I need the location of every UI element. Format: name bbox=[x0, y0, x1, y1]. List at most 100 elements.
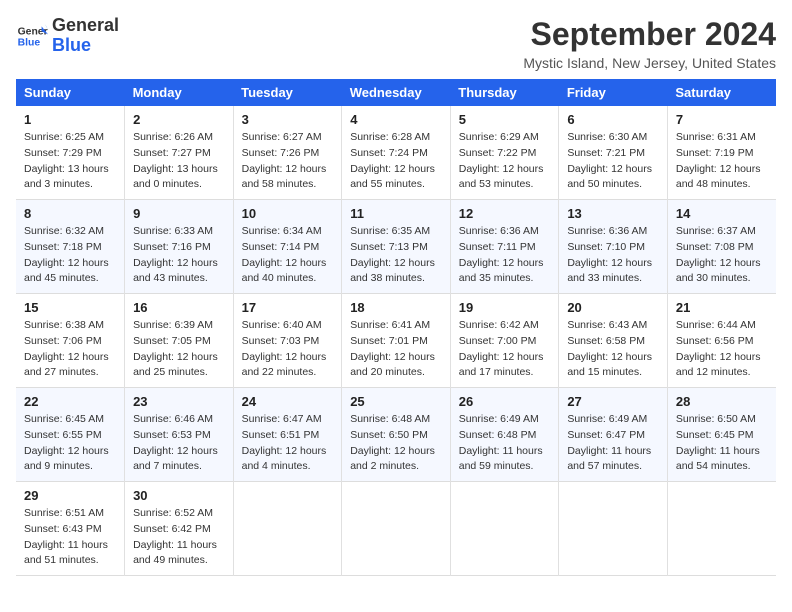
svg-text:Blue: Blue bbox=[18, 37, 41, 48]
calendar-cell: 26Sunrise: 6:49 AMSunset: 6:48 PMDayligh… bbox=[450, 388, 559, 482]
day-info: Sunrise: 6:31 AMSunset: 7:19 PMDaylight:… bbox=[676, 130, 768, 193]
day-info: Sunrise: 6:37 AMSunset: 7:08 PMDaylight:… bbox=[676, 224, 768, 287]
calendar-cell: 8Sunrise: 6:32 AMSunset: 7:18 PMDaylight… bbox=[16, 200, 125, 294]
day-info: Sunrise: 6:28 AMSunset: 7:24 PMDaylight:… bbox=[350, 130, 442, 193]
calendar-cell bbox=[233, 482, 342, 576]
month-title: September 2024 bbox=[523, 16, 776, 53]
day-info: Sunrise: 6:29 AMSunset: 7:22 PMDaylight:… bbox=[459, 130, 551, 193]
col-header-sunday: Sunday bbox=[16, 79, 125, 106]
col-header-friday: Friday bbox=[559, 79, 668, 106]
day-number: 18 bbox=[350, 300, 442, 315]
calendar-cell: 4 Sunrise: 6:28 AMSunset: 7:24 PMDaylight… bbox=[342, 106, 451, 200]
day-number: 24 bbox=[242, 394, 334, 409]
day-number: 9 bbox=[133, 206, 225, 221]
calendar-cell bbox=[667, 482, 776, 576]
day-info: Sunrise: 6:48 AMSunset: 6:50 PMDaylight:… bbox=[350, 412, 442, 475]
calendar-cell: 24 Sunrise: 6:47 AMSunset: 6:51 PMDayligh… bbox=[233, 388, 342, 482]
day-info: Sunrise: 6:51 AMSunset: 6:43 PMDaylight:… bbox=[24, 506, 116, 569]
calendar-cell: 13Sunrise: 6:36 AMSunset: 7:10 PMDayligh… bbox=[559, 200, 668, 294]
logo-general: General bbox=[52, 15, 119, 35]
week-row-5: 29 Sunrise: 6:51 AMSunset: 6:43 PMDayligh… bbox=[16, 482, 776, 576]
week-row-1: 1 Sunrise: 6:25 AMSunset: 7:29 PMDaylight… bbox=[16, 106, 776, 200]
col-header-monday: Monday bbox=[125, 79, 234, 106]
day-number: 4 bbox=[350, 112, 442, 127]
day-number: 2 bbox=[133, 112, 225, 127]
calendar-cell: 14 Sunrise: 6:37 AMSunset: 7:08 PMDayligh… bbox=[667, 200, 776, 294]
day-info: Sunrise: 6:36 AMSunset: 7:11 PMDaylight:… bbox=[459, 224, 551, 287]
col-header-thursday: Thursday bbox=[450, 79, 559, 106]
calendar-cell: 10 Sunrise: 6:34 AMSunset: 7:14 PMDayligh… bbox=[233, 200, 342, 294]
day-number: 19 bbox=[459, 300, 551, 315]
calendar-cell bbox=[559, 482, 668, 576]
day-info: Sunrise: 6:47 AMSunset: 6:51 PMDaylight:… bbox=[242, 412, 334, 475]
day-info: Sunrise: 6:35 AMSunset: 7:13 PMDaylight:… bbox=[350, 224, 442, 287]
day-number: 26 bbox=[459, 394, 551, 409]
day-number: 12 bbox=[459, 206, 551, 221]
calendar-cell: 2 Sunrise: 6:26 AMSunset: 7:27 PMDaylight… bbox=[125, 106, 234, 200]
calendar-cell: 25 Sunrise: 6:48 AMSunset: 6:50 PMDayligh… bbox=[342, 388, 451, 482]
calendar-cell bbox=[342, 482, 451, 576]
col-header-wednesday: Wednesday bbox=[342, 79, 451, 106]
day-number: 28 bbox=[676, 394, 768, 409]
day-number: 10 bbox=[242, 206, 334, 221]
title-area: September 2024 Mystic Island, New Jersey… bbox=[523, 16, 776, 71]
day-info: Sunrise: 6:50 AMSunset: 6:45 PMDaylight:… bbox=[676, 412, 768, 475]
calendar-cell: 19 Sunrise: 6:42 AMSunset: 7:00 PMDayligh… bbox=[450, 294, 559, 388]
day-info: Sunrise: 6:45 AMSunset: 6:55 PMDaylight:… bbox=[24, 412, 116, 475]
day-info: Sunrise: 6:33 AMSunset: 7:16 PMDaylight:… bbox=[133, 224, 225, 287]
logo: General Blue General Blue bbox=[16, 16, 119, 56]
calendar-cell bbox=[450, 482, 559, 576]
day-number: 25 bbox=[350, 394, 442, 409]
calendar-cell: 29 Sunrise: 6:51 AMSunset: 6:43 PMDayligh… bbox=[16, 482, 125, 576]
day-info: Sunrise: 6:30 AMSunset: 7:21 PMDaylight:… bbox=[567, 130, 659, 193]
calendar-cell: 18 Sunrise: 6:41 AMSunset: 7:01 PMDayligh… bbox=[342, 294, 451, 388]
day-number: 16 bbox=[133, 300, 225, 315]
col-header-saturday: Saturday bbox=[667, 79, 776, 106]
calendar-cell: 3 Sunrise: 6:27 AMSunset: 7:26 PMDaylight… bbox=[233, 106, 342, 200]
logo-blue: Blue bbox=[52, 35, 91, 55]
day-info: Sunrise: 6:44 AMSunset: 6:56 PMDaylight:… bbox=[676, 318, 768, 381]
day-info: Sunrise: 6:52 AMSunset: 6:42 PMDaylight:… bbox=[133, 506, 225, 569]
calendar-cell: 12 Sunrise: 6:36 AMSunset: 7:11 PMDayligh… bbox=[450, 200, 559, 294]
calendar-cell: 30Sunrise: 6:52 AMSunset: 6:42 PMDayligh… bbox=[125, 482, 234, 576]
day-number: 1 bbox=[24, 112, 116, 127]
day-info: Sunrise: 6:38 AMSunset: 7:06 PMDaylight:… bbox=[24, 318, 116, 381]
day-number: 5 bbox=[459, 112, 551, 127]
week-row-2: 8Sunrise: 6:32 AMSunset: 7:18 PMDaylight… bbox=[16, 200, 776, 294]
calendar-cell: 22 Sunrise: 6:45 AMSunset: 6:55 PMDayligh… bbox=[16, 388, 125, 482]
week-row-4: 22 Sunrise: 6:45 AMSunset: 6:55 PMDayligh… bbox=[16, 388, 776, 482]
calendar-cell: 20Sunrise: 6:43 AMSunset: 6:58 PMDayligh… bbox=[559, 294, 668, 388]
col-header-tuesday: Tuesday bbox=[233, 79, 342, 106]
day-info: Sunrise: 6:27 AMSunset: 7:26 PMDaylight:… bbox=[242, 130, 334, 193]
day-number: 3 bbox=[242, 112, 334, 127]
day-info: Sunrise: 6:25 AMSunset: 7:29 PMDaylight:… bbox=[24, 130, 116, 193]
day-info: Sunrise: 6:40 AMSunset: 7:03 PMDaylight:… bbox=[242, 318, 334, 381]
day-number: 29 bbox=[24, 488, 116, 503]
calendar-cell: 28 Sunrise: 6:50 AMSunset: 6:45 PMDayligh… bbox=[667, 388, 776, 482]
calendar-table: SundayMondayTuesdayWednesdayThursdayFrid… bbox=[16, 79, 776, 576]
calendar-cell: 9 Sunrise: 6:33 AMSunset: 7:16 PMDaylight… bbox=[125, 200, 234, 294]
day-number: 14 bbox=[676, 206, 768, 221]
day-number: 7 bbox=[676, 112, 768, 127]
day-info: Sunrise: 6:41 AMSunset: 7:01 PMDaylight:… bbox=[350, 318, 442, 381]
day-number: 21 bbox=[676, 300, 768, 315]
calendar-cell: 23Sunrise: 6:46 AMSunset: 6:53 PMDayligh… bbox=[125, 388, 234, 482]
week-row-3: 15 Sunrise: 6:38 AMSunset: 7:06 PMDayligh… bbox=[16, 294, 776, 388]
calendar-cell: 27 Sunrise: 6:49 AMSunset: 6:47 PMDayligh… bbox=[559, 388, 668, 482]
calendar-cell: 17 Sunrise: 6:40 AMSunset: 7:03 PMDayligh… bbox=[233, 294, 342, 388]
logo-icon: General Blue bbox=[16, 20, 48, 52]
calendar-cell: 15 Sunrise: 6:38 AMSunset: 7:06 PMDayligh… bbox=[16, 294, 125, 388]
day-info: Sunrise: 6:34 AMSunset: 7:14 PMDaylight:… bbox=[242, 224, 334, 287]
day-number: 22 bbox=[24, 394, 116, 409]
day-number: 27 bbox=[567, 394, 659, 409]
day-number: 17 bbox=[242, 300, 334, 315]
location: Mystic Island, New Jersey, United States bbox=[523, 55, 776, 71]
day-number: 23 bbox=[133, 394, 225, 409]
calendar-cell: 7 Sunrise: 6:31 AMSunset: 7:19 PMDaylight… bbox=[667, 106, 776, 200]
day-number: 15 bbox=[24, 300, 116, 315]
calendar-cell: 5 Sunrise: 6:29 AMSunset: 7:22 PMDaylight… bbox=[450, 106, 559, 200]
day-info: Sunrise: 6:32 AMSunset: 7:18 PMDaylight:… bbox=[24, 224, 116, 287]
day-info: Sunrise: 6:49 AMSunset: 6:47 PMDaylight:… bbox=[567, 412, 659, 475]
day-info: Sunrise: 6:42 AMSunset: 7:00 PMDaylight:… bbox=[459, 318, 551, 381]
day-info: Sunrise: 6:26 AMSunset: 7:27 PMDaylight:… bbox=[133, 130, 225, 193]
